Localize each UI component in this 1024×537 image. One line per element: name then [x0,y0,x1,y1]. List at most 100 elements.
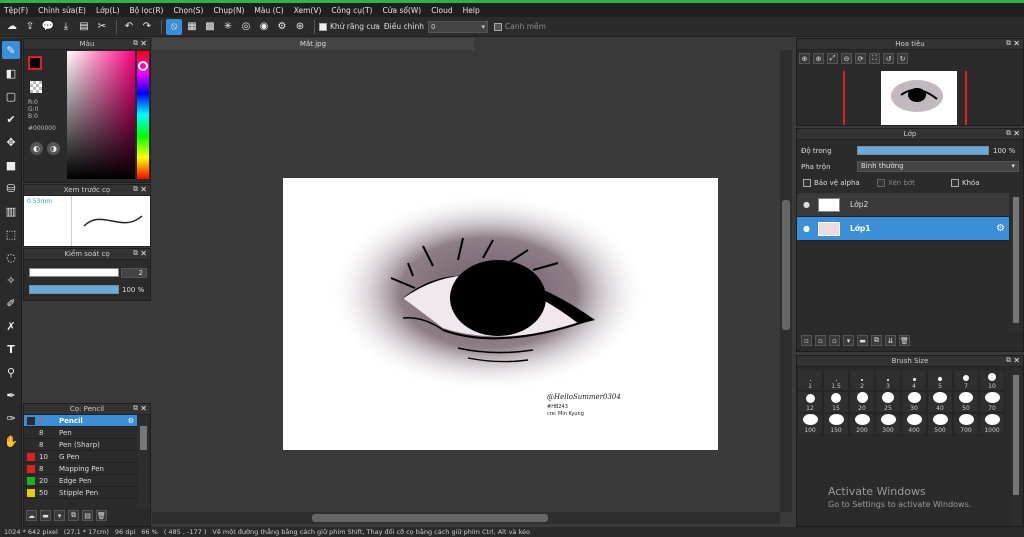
hue-handle[interactable] [138,61,148,71]
export-icon[interactable]: ⇪ [22,19,38,35]
menu-filter[interactable]: Bộ lọc(R) [130,6,164,15]
brush-size-cell[interactable]: 40 [927,391,953,413]
lock-option[interactable]: Khóa [951,179,980,187]
popout-icon[interactable]: ⧉ [133,404,138,413]
popout-icon[interactable]: ⧉ [1006,356,1011,365]
brush-size-cell[interactable]: 100 [797,413,823,435]
adjust-select[interactable]: 0 ▾ [428,20,488,33]
menu-select[interactable]: Chọn(S) [173,6,203,15]
cloud-icon[interactable]: ☁ [4,19,20,35]
new-layer3-icon[interactable]: ▫ [829,335,840,346]
brush-size-cell[interactable]: 5 [927,369,953,391]
zoom-out-icon[interactable]: ⊖ [841,53,852,64]
brush-size-cell[interactable]: 150 [823,413,849,435]
text-tool-icon[interactable]: T [2,340,20,358]
menu-color[interactable]: Màu (C) [254,6,283,15]
lasso-tool-icon[interactable]: ◌ [2,248,20,266]
comment-icon[interactable]: 💬 [40,19,56,35]
antialias-checkbox[interactable] [319,22,327,31]
clipping-option[interactable]: Xén bớt [877,179,915,187]
paste-icon[interactable]: ▤ [82,510,93,521]
rect-tool-icon[interactable]: ▢ [2,87,20,105]
hand-tool-icon[interactable]: ✋ [2,432,20,450]
menu-edit[interactable]: Chỉnh sửa(E) [38,6,86,15]
protect-alpha-checkbox[interactable] [803,179,811,187]
snap-parallel-icon[interactable]: ▦ [184,19,200,35]
protect-alpha-option[interactable]: Bảo vệ alpha [803,179,860,187]
layer-icon[interactable]: ▤ [76,19,92,35]
folder-icon[interactable]: ▬ [857,335,868,346]
snap-grid-icon[interactable]: ▩ [202,19,218,35]
canvas-paper[interactable]: @HelloSummer0304 #HB243 cre: Min Kyung [283,178,718,450]
menu-tools[interactable]: Công cụ(T) [331,6,372,15]
undo-icon[interactable]: ↶ [121,19,137,35]
snap-settings-icon[interactable]: ⚙ [274,19,290,35]
layer-row-layer1[interactable]: ● Lớp1 ⚙ [797,217,1009,241]
brush-size-cell[interactable]: 7 [953,369,979,391]
document-tab[interactable]: Mắt.jpg [152,38,474,50]
transparent-swatch[interactable] [30,81,42,93]
clipping-checkbox[interactable] [877,179,885,187]
menu-help[interactable]: Help [463,6,480,15]
saturation-value-picker[interactable] [67,51,135,179]
brush-item-stipple-pen[interactable]: 50 Stipple Pen [24,487,137,499]
menu-cloud[interactable]: Cloud [431,6,452,15]
foreground-swatch[interactable] [28,56,42,70]
navigator-preview[interactable] [801,69,1021,125]
copy-icon[interactable]: ⧉ [68,510,79,521]
brush-size-cell[interactable]: 70 [979,391,1005,413]
snap-circle-icon[interactable]: ◎ [238,19,254,35]
layer-row-layer2[interactable]: ● Lớp2 [797,193,1009,217]
fill-rect-tool-icon[interactable]: ■ [2,156,20,174]
menu-file[interactable]: Tệp(F) [4,6,28,15]
brush-size-cell[interactable]: 50 [953,391,979,413]
canvas-horizontal-scrollbar[interactable] [152,512,780,524]
gradient-tool-icon[interactable]: ▥ [2,202,20,220]
magic-wand-icon[interactable]: ✧ [2,271,20,289]
brush-size-cell[interactable]: 12 [797,391,823,413]
brush-size-cell[interactable]: 300 [875,413,901,435]
lock-checkbox[interactable] [951,179,959,187]
crop-icon[interactable]: ✂ [94,19,110,35]
layer-opacity-slider[interactable] [857,146,989,155]
select-tool-icon[interactable]: ⬚ [2,225,20,243]
brush-size-cell[interactable]: 200 [849,413,875,435]
layer-scrollbar[interactable] [1011,193,1021,331]
brush-size-cell[interactable]: 2 [849,369,875,391]
snap-off-icon[interactable]: ⦸ [166,18,182,35]
brush-item-edge-pen[interactable]: 20 Edge Pen [24,475,137,487]
delete-icon[interactable]: 🗑 [899,335,910,346]
close-icon[interactable]: ✕ [1013,129,1020,138]
scroll-thumb[interactable] [1013,197,1019,323]
popout-icon[interactable]: ⧉ [1006,39,1011,48]
smooth-edge-checkbox[interactable] [494,22,502,31]
snap-vanish-icon[interactable]: ⊛ [292,19,308,35]
close-icon[interactable]: ✕ [140,404,147,413]
zoom-in-icon[interactable]: ⊕ [799,53,810,64]
brush-list-scrollbar[interactable] [138,416,149,508]
brush-size-cell[interactable]: 10 [979,369,1005,391]
popout-icon[interactable]: ⧉ [133,39,138,48]
menu-layer[interactable]: Lớp(L) [96,6,120,15]
canvas-vertical-scrollbar[interactable] [780,50,792,512]
popout-icon[interactable]: ⧉ [133,185,138,194]
brush-size-slider[interactable] [29,268,119,277]
check-tool-icon[interactable]: ✔ [2,110,20,128]
close-icon[interactable]: ✕ [1013,356,1020,365]
add-layer-icon[interactable]: ▾ [843,335,854,346]
brush-size-cell[interactable]: 20 [849,391,875,413]
brush-size-cell[interactable]: 30 [901,391,927,413]
snap-radial-icon[interactable]: ✳ [220,19,236,35]
visibility-icon[interactable]: ● [803,200,810,209]
download-icon[interactable]: ⤓ [58,19,74,35]
new-layer2-icon[interactable]: ▫ [815,335,826,346]
merge-icon[interactable]: ⇊ [885,335,896,346]
brush-size-cell[interactable]: 25 [875,391,901,413]
palette-icon[interactable]: ◐ [30,142,43,155]
dropper-tool-icon[interactable]: ✒ [2,386,20,404]
close-icon[interactable]: ✕ [140,249,147,258]
operation-tool-icon[interactable]: ⚲ [2,363,20,381]
scroll-thumb[interactable] [782,200,790,330]
duplicate-icon[interactable]: ⧉ [871,335,882,346]
bucket-tool-icon[interactable]: ⛁ [2,179,20,197]
